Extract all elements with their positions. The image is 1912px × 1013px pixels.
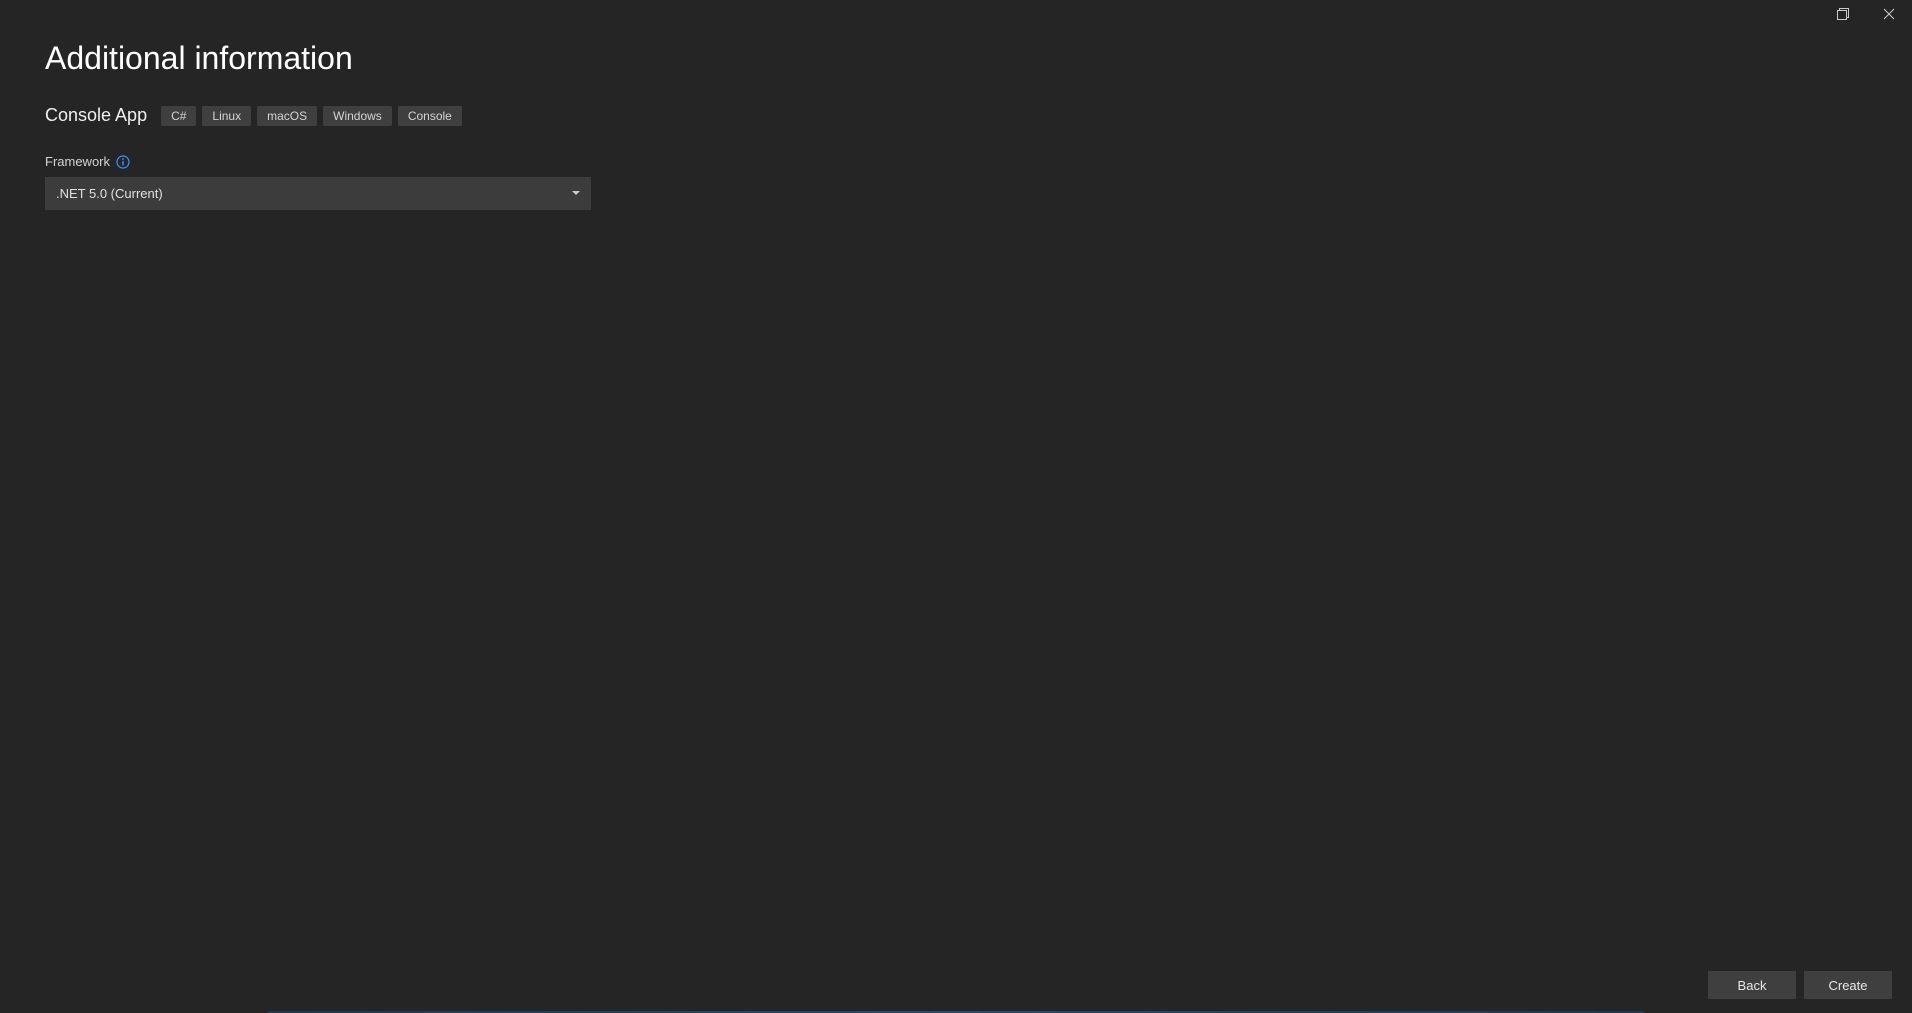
tag-list: C# Linux macOS Windows Console [161,106,462,126]
maximize-button[interactable] [1820,0,1866,28]
framework-dropdown-value: .NET 5.0 (Current) [56,186,163,201]
tag: Windows [323,106,392,126]
content-area: Additional information Console App C# Li… [0,0,1912,250]
close-button[interactable] [1866,0,1912,28]
framework-dropdown[interactable]: .NET 5.0 (Current) [45,177,591,210]
info-icon[interactable] [116,155,130,169]
close-icon [1883,8,1895,20]
subtitle-row: Console App C# Linux macOS Windows Conso… [45,105,1867,126]
tag: Linux [202,106,251,126]
project-type-label: Console App [45,105,147,126]
tag: macOS [257,106,317,126]
framework-label: Framework [45,154,110,169]
chevron-down-icon [572,190,580,198]
footer-buttons: Back Create [1708,971,1892,999]
maximize-icon [1837,8,1849,20]
framework-label-row: Framework [45,154,1867,169]
page-title: Additional information [45,40,1867,77]
window-titlebar [1820,0,1912,28]
tag: C# [161,106,196,126]
create-button[interactable]: Create [1804,971,1892,999]
tag: Console [398,106,462,126]
back-button[interactable]: Back [1708,971,1796,999]
